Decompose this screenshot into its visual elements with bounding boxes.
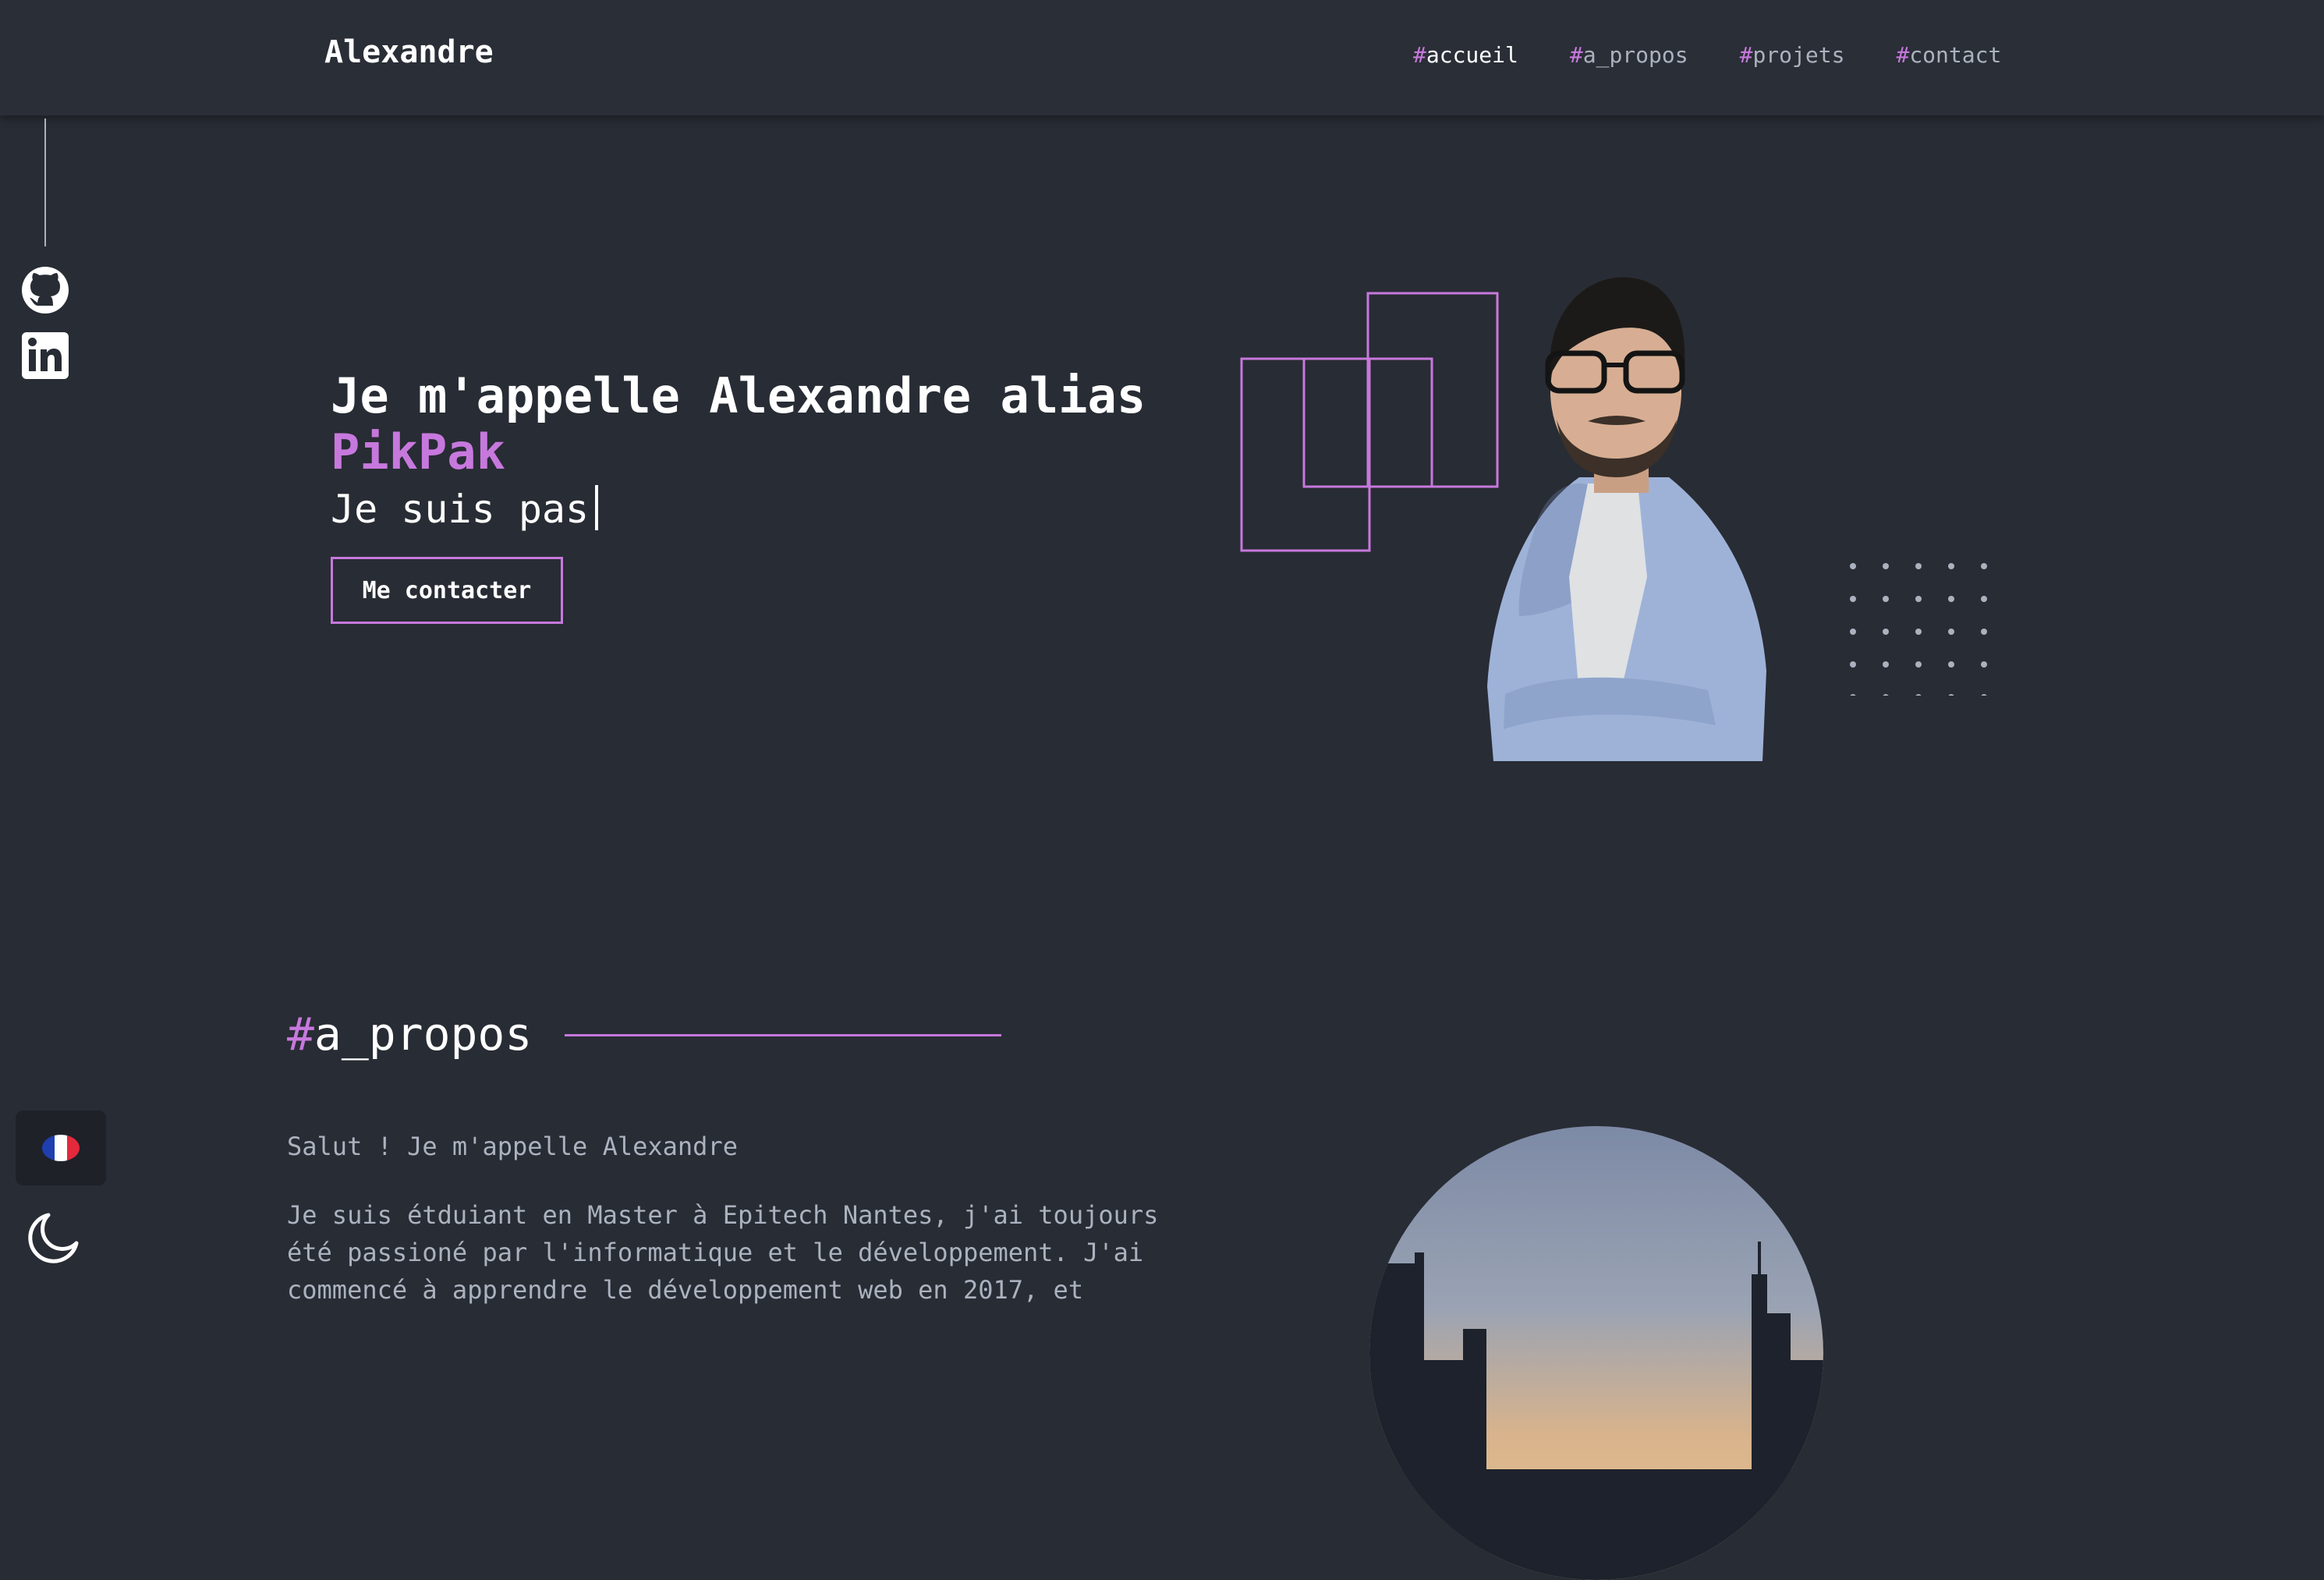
about-section-title: #a_propos (287, 1008, 532, 1061)
language-button[interactable] (16, 1111, 106, 1185)
moon-icon[interactable] (25, 1210, 81, 1266)
nav-label: accueil (1426, 42, 1518, 68)
nav-hash: # (1413, 42, 1426, 68)
text-cursor (595, 485, 599, 530)
nav-a-propos[interactable]: #a_propos (1570, 42, 1688, 68)
section-title-line (565, 1034, 1001, 1036)
nav-hash: # (1896, 42, 1910, 68)
contact-button[interactable]: Me contacter (331, 557, 563, 624)
hero-title-text: Je m'appelle Alexandre alias (331, 367, 1146, 424)
typed-text: Je suis pas (331, 487, 590, 532)
site-header: Alexandre #accueil #a_propos #projets #c… (0, 0, 2324, 115)
hero-alias: PikPak (331, 423, 505, 480)
nav-projets[interactable]: #projets (1740, 42, 1845, 68)
profile-photo (1487, 277, 1766, 761)
hero-typed-line: Je suis pas (331, 485, 599, 532)
nav-accueil[interactable]: #accueil (1413, 42, 1518, 68)
nav-contact[interactable]: #contact (1896, 42, 2001, 68)
about-photo (1369, 1126, 1823, 1580)
nav-label: contact (1909, 42, 2002, 68)
about-greeting: Salut ! Je m'appelle Alexandre (287, 1132, 738, 1161)
title-hash: # (287, 1008, 314, 1061)
brand-logo[interactable]: Alexandre (324, 34, 494, 70)
hero-heading: Je m'appelle Alexandre alias PikPak (331, 368, 1204, 480)
nav-label: projets (1752, 42, 1845, 68)
nav-hash: # (1739, 42, 1753, 68)
title-text: a_propos (314, 1008, 533, 1061)
social-divider (44, 119, 46, 246)
decorative-dots (1850, 563, 1987, 696)
github-icon[interactable] (20, 265, 70, 315)
main-nav: #accueil #a_propos #projets #contact (1413, 42, 2053, 68)
nav-hash: # (1569, 42, 1583, 68)
nav-label: a_propos (1582, 42, 1688, 68)
linkedin-icon[interactable] (20, 331, 70, 381)
french-flag-icon (42, 1135, 80, 1161)
about-paragraph: Je suis étduiant en Master à Epitech Nan… (287, 1200, 1159, 1305)
